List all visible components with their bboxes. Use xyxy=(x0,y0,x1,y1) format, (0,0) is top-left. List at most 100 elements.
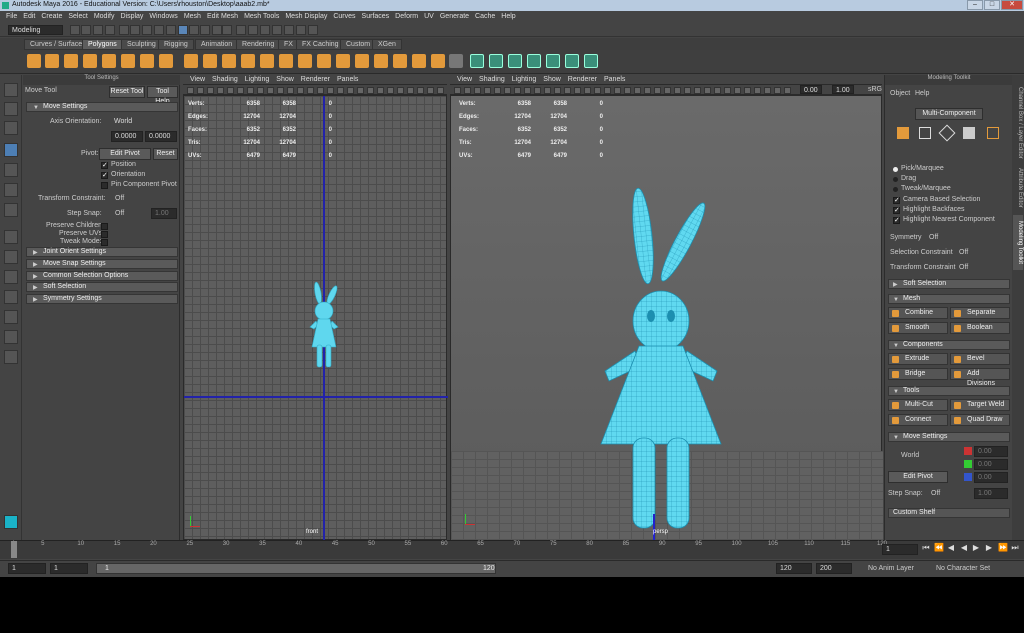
status-line-icon[interactable] xyxy=(200,25,210,35)
anim-layer-dropdown[interactable]: No Anim Layer xyxy=(868,565,914,572)
menu-item[interactable]: UV xyxy=(424,13,434,20)
viewport-toolbar-icon[interactable] xyxy=(287,87,294,94)
uv-mode-icon[interactable] xyxy=(987,127,999,139)
shelf-tool-icon[interactable] xyxy=(241,54,255,68)
viewport-toolbar-icon[interactable] xyxy=(257,87,264,94)
shelf-tool-icon[interactable] xyxy=(121,54,135,68)
tool-settings-section[interactable]: ▶ Joint Orient Settings xyxy=(26,247,178,257)
viewport-toolbar-icon[interactable] xyxy=(237,87,244,94)
play-backwards-icon[interactable]: ◀ xyxy=(960,544,968,552)
maximize-button[interactable]: □ xyxy=(984,0,1000,10)
shelf-tab[interactable]: Polygons xyxy=(82,39,123,50)
viewport-toolbar-icon[interactable] xyxy=(704,87,711,94)
shelf-uv-tool-icon[interactable] xyxy=(489,54,503,68)
two-view-icon[interactable] xyxy=(4,270,18,284)
shelf-tool-icon[interactable] xyxy=(393,54,407,68)
character-set-dropdown[interactable]: No Character Set xyxy=(936,565,990,572)
shelf-uv-tool-icon[interactable] xyxy=(584,54,598,68)
outliner-layout-icon[interactable] xyxy=(4,290,18,304)
transform-constraint-dropdown[interactable]: Off xyxy=(115,195,124,202)
shelf-tool-icon[interactable] xyxy=(27,54,41,68)
shelf-tool-icon[interactable] xyxy=(64,54,78,68)
shelf-tab[interactable]: Rigging xyxy=(158,39,194,50)
step-forward-frame-icon[interactable]: ▶ xyxy=(985,544,993,552)
symmetry-dropdown[interactable]: Off xyxy=(929,234,938,241)
shelf-uv-tool-icon[interactable] xyxy=(546,54,560,68)
status-line-icon[interactable] xyxy=(284,25,294,35)
shelf-uv-tool-icon[interactable] xyxy=(527,54,541,68)
viewport-toolbar-icon[interactable] xyxy=(564,87,571,94)
shelf-uv-tool-icon[interactable] xyxy=(508,54,522,68)
menu-item[interactable]: Mesh Tools xyxy=(244,13,279,20)
gamma-field[interactable]: 1.00 xyxy=(832,85,854,94)
step-snap-field[interactable]: 1.00 xyxy=(151,208,177,219)
shelf-tool-icon[interactable] xyxy=(102,54,116,68)
status-line-icon[interactable] xyxy=(308,25,318,35)
shelf-tab[interactable]: Custom xyxy=(340,39,377,50)
viewport-toolbar-icon[interactable] xyxy=(307,87,314,94)
menu-item[interactable]: Edit xyxy=(23,13,35,20)
viewport-toolbar-icon[interactable] xyxy=(187,87,194,94)
reset-tool-button[interactable]: Reset Tool xyxy=(109,86,145,98)
paint-select-icon[interactable] xyxy=(4,121,18,135)
viewport-toolbar-icon[interactable] xyxy=(754,87,761,94)
viewport-toolbar-icon[interactable] xyxy=(654,87,661,94)
status-line-icon[interactable] xyxy=(166,25,176,35)
viewport-toolbar-icon[interactable] xyxy=(674,87,681,94)
viewport-toolbar-icon[interactable] xyxy=(474,87,481,94)
play-forwards-icon[interactable]: ▶ xyxy=(972,544,980,552)
separate-button[interactable]: Separate xyxy=(950,307,1010,319)
menu-item[interactable]: Surfaces xyxy=(362,13,390,20)
menu-item[interactable]: Curves xyxy=(333,13,355,20)
viewport-toolbar-icon[interactable] xyxy=(327,87,334,94)
viewport-menu-item[interactable]: Shading xyxy=(479,76,505,83)
multi-component-button[interactable]: Multi-Component xyxy=(915,108,983,120)
close-button[interactable]: ✕ xyxy=(1001,0,1023,10)
viewport-toolbar-icon[interactable] xyxy=(357,87,364,94)
viewport-toolbar-icon[interactable] xyxy=(534,87,541,94)
y-field[interactable]: 0.00 xyxy=(974,459,1008,470)
viewport-menu-item[interactable]: Renderer xyxy=(568,76,597,83)
tab-attribute-editor[interactable]: Attribute Editor xyxy=(1013,165,1023,210)
viewport-toolbar-icon[interactable] xyxy=(694,87,701,94)
step-snap-dropdown-mtk[interactable]: Off xyxy=(931,490,940,497)
viewport-toolbar-icon[interactable] xyxy=(427,87,434,94)
viewport-toolbar-icon[interactable] xyxy=(504,87,511,94)
viewport-toolbar-icon[interactable] xyxy=(207,87,214,94)
viewport-toolbar-icon[interactable] xyxy=(544,87,551,94)
step-snap-dropdown[interactable]: Off xyxy=(115,210,124,217)
shelf-tool-icon[interactable] xyxy=(279,54,293,68)
preserve-uvs-checkbox[interactable] xyxy=(101,231,108,238)
status-line-icon[interactable] xyxy=(189,25,199,35)
menu-item[interactable]: Windows xyxy=(149,13,177,20)
tool-settings-section[interactable]: ▶ Soft Selection xyxy=(26,282,178,293)
tab-modeling-toolkit[interactable]: Modeling Toolkit xyxy=(1013,215,1023,270)
viewport-toolbar-icon[interactable] xyxy=(347,87,354,94)
color-space-label[interactable]: sRG xyxy=(868,86,882,93)
viewport-toolbar-icon[interactable] xyxy=(217,87,224,94)
viewport-front[interactable]: Verts: 6358 6358 0 Edges: 12704 12704 0 Faces: 63… xyxy=(183,95,448,541)
bridge-button[interactable]: Bridge xyxy=(888,368,948,380)
shelf-tab[interactable]: Animation xyxy=(195,39,239,50)
object-menu[interactable]: Object xyxy=(890,90,910,97)
multi-cut-button[interactable]: Multi-Cut xyxy=(888,399,948,411)
shelf-tool-icon[interactable] xyxy=(298,54,312,68)
viewport-menu-item[interactable]: Lighting xyxy=(512,76,537,83)
viewport-menu-item[interactable]: Shading xyxy=(212,76,238,83)
viewport-menu-item[interactable]: Panels xyxy=(604,76,625,83)
shelf-uv-tool-icon[interactable] xyxy=(470,54,484,68)
help-menu[interactable]: Help xyxy=(915,90,929,97)
viewport-toolbar-icon[interactable] xyxy=(454,87,461,94)
pick-marquee-radio[interactable] xyxy=(893,167,898,172)
status-line-icon[interactable] xyxy=(154,25,164,35)
shelf-tool-icon[interactable] xyxy=(140,54,154,68)
move-settings-section[interactable]: ▼ Move Settings xyxy=(26,102,178,112)
status-line-icon[interactable] xyxy=(93,25,103,35)
shelf-uv-tool-icon[interactable] xyxy=(565,54,579,68)
menu-item[interactable]: Edit Mesh xyxy=(207,13,238,20)
status-line-icon[interactable] xyxy=(70,25,80,35)
viewport-toolbar-icon[interactable] xyxy=(724,87,731,94)
mesh-section[interactable]: ▼ Mesh xyxy=(888,294,1010,304)
add-divisions-button[interactable]: Add Divisions xyxy=(950,368,1010,387)
world-dropdown[interactable]: World xyxy=(901,452,919,459)
